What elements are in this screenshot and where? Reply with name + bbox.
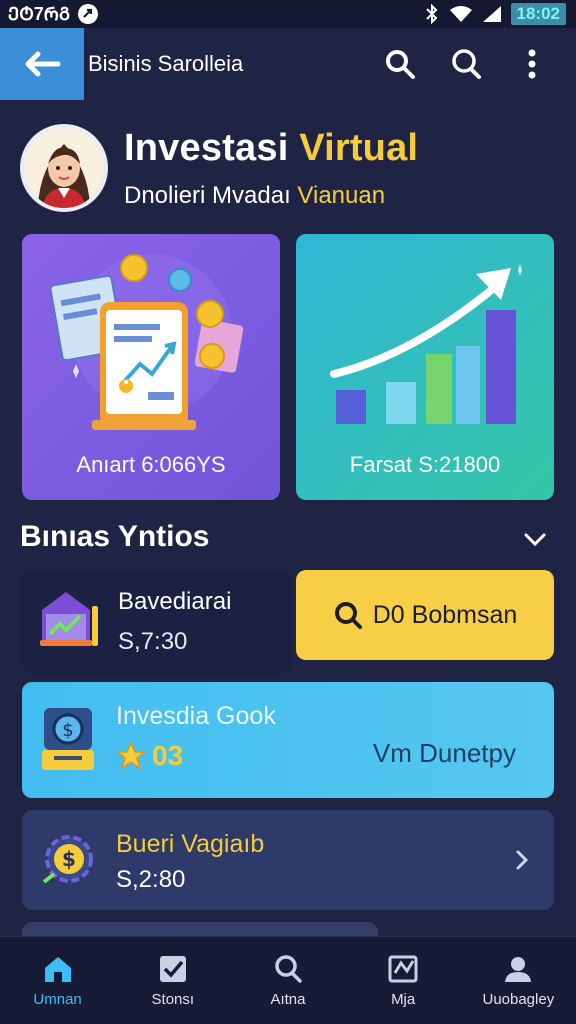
profile-subtitle-part2: Vianuan (297, 181, 386, 209)
avatar-woman-icon (24, 128, 104, 208)
signal-icon (482, 6, 501, 22)
home-icon (44, 957, 71, 982)
budget-card-value: S,2:80 (116, 866, 186, 893)
budget-card[interactable]: $ Bueri Vagiaıb S,2:80 (22, 810, 554, 910)
action-button-label: D0 Bobmsan (372, 600, 518, 629)
growth-card-caption: Farsat S:21800 (349, 452, 501, 477)
back-arrow-icon (25, 51, 61, 77)
portfolio-card[interactable]: Anıart 6:066YS (22, 234, 280, 500)
status-time: 18:02 (510, 3, 566, 25)
search-button-2[interactable] (448, 46, 484, 82)
profile-title-part1: Investasi (124, 126, 300, 169)
action-button[interactable]: D0 Bobmsan (296, 570, 554, 660)
investment-rating: 03 (116, 740, 183, 772)
profile-title-part2: Virtual (299, 126, 419, 169)
chevron-down-icon (524, 533, 546, 547)
money-box-icon: $ (42, 708, 94, 770)
nav-item-search[interactable]: Aıtna (238, 953, 338, 1008)
profile-subtitle: Dnolieri Mvadaı Vianuan (124, 182, 418, 210)
nav-item-label: Mja (391, 991, 416, 1008)
bluetooth-icon (425, 4, 437, 24)
checkbox-icon (159, 956, 186, 982)
avatar[interactable] (20, 124, 108, 212)
svg-text:$: $ (62, 847, 76, 871)
nav-item-home[interactable]: Umnan (8, 953, 108, 1008)
more-vert-icon (528, 49, 536, 79)
nav-item-label: Uuobagley (482, 991, 555, 1008)
search-icon (275, 955, 302, 983)
growth-chart-illustration (330, 264, 522, 424)
tablet-coins-illustration (49, 254, 244, 430)
search-icon (386, 50, 415, 79)
nav-item-label: Aıtna (270, 991, 306, 1008)
budget-card-label: Bueri Vagiaıb (116, 830, 265, 858)
investment-card-status: Vm Dunetpy (372, 738, 516, 768)
profile-subtitle-part1: Dnolieri Mvadaı (124, 181, 298, 209)
search-icon (452, 49, 481, 79)
star-icon (116, 741, 146, 770)
savings-item-label: Bavediarai (118, 588, 232, 615)
more-options-button[interactable] (514, 46, 550, 82)
portfolio-card-caption: Anıart 6:066YS (76, 452, 226, 477)
status-bar: ᲔᲢ7ᲠᲒ 18:02 (0, 0, 576, 28)
notification-icon (78, 4, 99, 24)
savings-item-value: S,7:30 (118, 628, 188, 655)
growth-card[interactable]: Farsat S:21800 (296, 234, 554, 500)
wifi-icon (449, 6, 472, 22)
investment-card-label: Invesdia Gook (116, 702, 276, 730)
app-bar: Bisinis Sarolleia (0, 28, 576, 100)
investment-rating-value: 03 (152, 740, 184, 771)
section-expand-button[interactable] (520, 524, 550, 554)
profile-title: Investasi Virtual (124, 127, 418, 170)
status-left-text: ᲔᲢ7ᲠᲒ (8, 4, 71, 24)
nav-item-profile[interactable]: Uuobagley (468, 953, 568, 1008)
investment-card[interactable]: $ Invesdia Gook 03 Vm Dunetpy (22, 682, 554, 798)
nav-item-stocks[interactable]: Stonsı (123, 953, 223, 1008)
nav-item-label: Stonsı (151, 991, 195, 1008)
profile-header: Investasi Virtual Dnolieri Mvadaı Vianua… (20, 120, 560, 216)
search-icon (334, 602, 362, 629)
search-button[interactable] (382, 46, 418, 82)
house-chart-icon (40, 592, 98, 646)
dollar-gear-icon: $ (42, 835, 93, 884)
app-title: Bisinis Sarolleia (88, 51, 244, 76)
profile-icon (505, 957, 532, 982)
svg-text:$: $ (62, 720, 73, 741)
section-title: Bınıas Yntios (20, 520, 210, 553)
nav-item-map[interactable]: Mja (353, 953, 453, 1008)
nav-item-label: Umnan (33, 991, 82, 1008)
savings-item[interactable]: Bavediarai S,7:30 (22, 570, 292, 674)
back-button[interactable] (0, 28, 84, 100)
map-icon (388, 955, 418, 983)
chevron-right-icon[interactable] (508, 846, 536, 874)
bottom-navigation: Umnan Stonsı Aıtna Mja Uuobagley (0, 936, 576, 1024)
